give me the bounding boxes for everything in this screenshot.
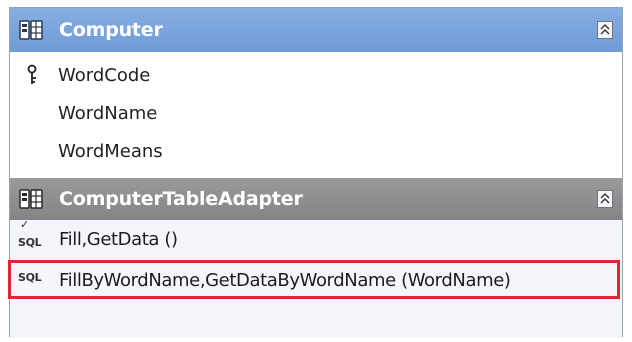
- column-row[interactable]: WordName: [10, 94, 622, 132]
- column-name: WordMeans: [58, 140, 163, 162]
- column-row[interactable]: WordCode: [10, 56, 622, 94]
- column-name: WordCode: [58, 64, 151, 86]
- table-title: Computer: [59, 19, 163, 41]
- table-icon: [19, 20, 43, 40]
- column-row[interactable]: WordMeans: [10, 132, 622, 170]
- column-name: WordName: [58, 102, 158, 124]
- table-columns: WordCode WordName WordMeans: [10, 52, 622, 178]
- table-adapter-header[interactable]: ComputerTableAdapter: [10, 178, 622, 220]
- sql-icon: SQL: [18, 236, 42, 249]
- primary-key-icon: [27, 64, 37, 84]
- query-row[interactable]: ✓ SQL Fill,GetData (): [10, 218, 622, 258]
- table-adapter-icon: [19, 189, 43, 209]
- double-chevron-up-icon: [600, 24, 610, 35]
- table-adapter-title: ComputerTableAdapter: [59, 188, 303, 210]
- highlight-box: [8, 260, 620, 299]
- collapse-adapter-button[interactable]: [597, 190, 613, 208]
- query-name: Fill,GetData (): [59, 228, 178, 250]
- check-icon: ✓: [20, 218, 30, 231]
- collapse-table-button[interactable]: [597, 21, 613, 39]
- double-chevron-up-icon: [600, 193, 610, 204]
- table-header[interactable]: Computer: [10, 8, 622, 52]
